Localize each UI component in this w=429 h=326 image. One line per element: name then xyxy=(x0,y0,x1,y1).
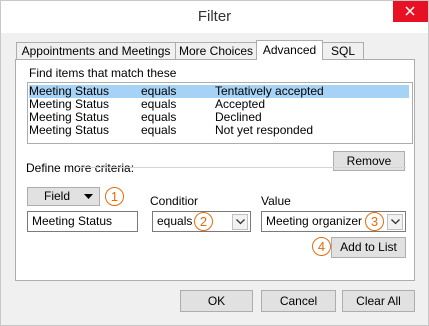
value-label: Value xyxy=(261,194,291,208)
title-bar: Filter xyxy=(1,1,428,33)
condition-dropdown-button[interactable] xyxy=(232,214,248,230)
field-input[interactable]: Meeting Status xyxy=(27,211,138,232)
condition-select-value: equals xyxy=(157,214,193,228)
advanced-panel: Find items that match these Meeting Stat… xyxy=(15,59,415,281)
filter-dialog: Filter Appointments and Meetings More Ch… xyxy=(0,0,429,326)
remove-button[interactable]: Remove xyxy=(333,151,405,171)
criteria-value: Not yet responded xyxy=(215,123,314,137)
add-to-list-button[interactable]: Add to List xyxy=(331,237,406,258)
criteria-condition: equals xyxy=(141,123,177,137)
clear-all-button[interactable]: Clear All xyxy=(342,290,415,312)
callout-4: 4 xyxy=(312,237,331,256)
chevron-down-icon xyxy=(236,219,245,225)
callout-1: 1 xyxy=(105,187,124,206)
condition-label: Conditior xyxy=(150,194,199,208)
value-select-value: Meeting organizer xyxy=(266,214,363,228)
tab-more-choices[interactable]: More Choices xyxy=(175,42,257,59)
criteria-row[interactable]: Meeting Status equals Not yet responded xyxy=(29,124,409,137)
value-dropdown-button[interactable] xyxy=(387,214,403,230)
define-criteria-label: Define more criteria: xyxy=(26,161,135,175)
field-button-label: Field xyxy=(44,189,71,203)
dialog-title: Filter xyxy=(197,8,232,25)
chevron-down-icon xyxy=(391,219,400,225)
field-button[interactable]: Field xyxy=(27,187,100,206)
tab-advanced[interactable]: Advanced xyxy=(256,40,323,60)
section-divider xyxy=(78,167,406,168)
cancel-button[interactable]: Cancel xyxy=(261,290,336,312)
tab-appointments-and-meetings[interactable]: Appointments and Meetings xyxy=(16,42,176,59)
criteria-field: Meeting Status xyxy=(29,123,110,137)
tab-sql[interactable]: SQL xyxy=(322,42,364,59)
ok-button[interactable]: OK xyxy=(180,290,253,312)
find-items-label: Find items that match these xyxy=(29,66,177,80)
close-button[interactable] xyxy=(393,1,428,22)
dropdown-arrow-icon xyxy=(84,194,93,199)
close-icon xyxy=(405,6,415,16)
criteria-list[interactable]: Meeting Status equals Tentatively accept… xyxy=(27,82,413,144)
callout-3: 3 xyxy=(365,212,384,231)
callout-2: 2 xyxy=(194,212,213,231)
value-select[interactable]: Meeting organizer xyxy=(261,211,406,232)
